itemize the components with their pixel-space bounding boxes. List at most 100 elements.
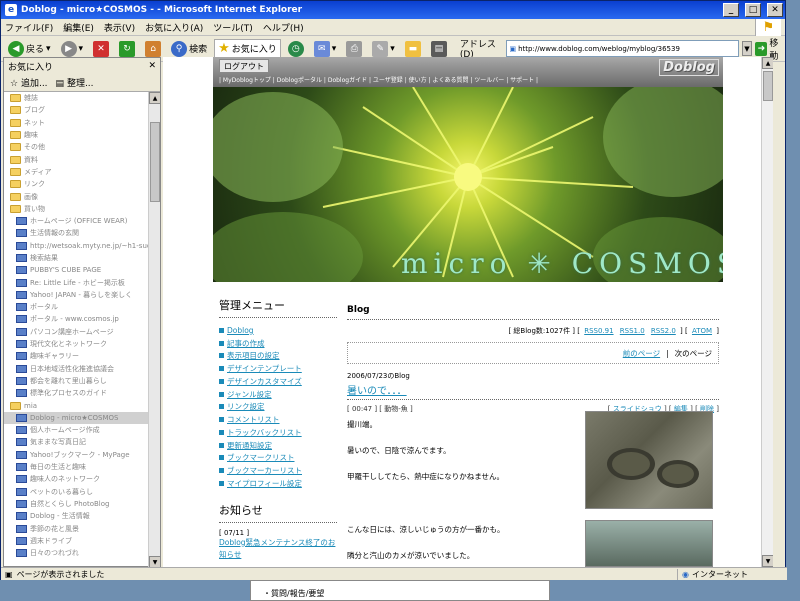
favorite-item[interactable]: リンク	[4, 178, 150, 190]
admin-menu-item[interactable]: ブックマークリスト	[219, 452, 337, 465]
rss091-link[interactable]: RSS0.91	[584, 327, 613, 335]
menu-edit[interactable]: 編集(E)	[63, 21, 94, 34]
favorite-item[interactable]: ペットのいる暮らし	[4, 486, 150, 498]
back-label: 戻る	[26, 45, 45, 55]
favorite-item[interactable]: Doblog - micro★COSMOS	[4, 411, 150, 425]
favorite-item[interactable]: 趣味ギャラリー	[4, 350, 150, 362]
history-button[interactable]: ◷	[285, 40, 307, 58]
menu-tools[interactable]: ツール(T)	[213, 21, 253, 34]
favorite-item[interactable]: 趣味人のネットワーク	[4, 473, 150, 485]
turtle-photo-1[interactable]	[585, 411, 713, 509]
favorite-item[interactable]: 画像	[4, 190, 150, 202]
favorite-item[interactable]: ポータル	[4, 301, 150, 313]
admin-menu-item[interactable]: マイプロフィール設定	[219, 477, 337, 490]
rss10-link[interactable]: RSS1.0	[620, 327, 645, 335]
logout-button[interactable]: ログアウト	[219, 59, 269, 73]
favorite-item[interactable]: 日本地域活性化推進協議会	[4, 363, 150, 375]
admin-menu-item[interactable]: コメントリスト	[219, 413, 337, 426]
research-button[interactable]: ▤	[428, 40, 450, 58]
minimize-button[interactable]: _	[723, 3, 739, 17]
print-button[interactable]: ⎙	[343, 40, 365, 58]
address-dropdown[interactable]: ▼	[741, 41, 753, 56]
admin-menu-item[interactable]: デザインカスタマイズ	[219, 375, 337, 388]
favorites-scrollbar[interactable]: ▲ ▼	[148, 92, 161, 568]
nav-links[interactable]: | MyDoblogトップ | Doblogポータル | Doblogガイド |…	[219, 75, 538, 84]
scroll-up-arrow[interactable]: ▲	[149, 92, 161, 104]
back-button[interactable]: ◀ 戻る ▾	[5, 40, 54, 58]
favorite-item[interactable]: 個人ホームページ作成	[4, 424, 150, 436]
search-button[interactable]: ⚲ 検索	[168, 40, 210, 58]
favorite-item[interactable]: Yahoo! JAPAN - 暮らしを楽しく	[4, 289, 150, 301]
page-scrollbar[interactable]: ▲ ▼	[761, 57, 773, 567]
menu-favorites[interactable]: お気に入り(A)	[145, 21, 203, 34]
address-input[interactable]: ▣ http://www.doblog.com/weblog/myblog/365…	[506, 40, 739, 57]
menu-help[interactable]: ヘルプ(H)	[263, 21, 304, 34]
menu-file[interactable]: ファイル(F)	[5, 21, 53, 34]
favorite-item[interactable]: PUBBY'S CUBE PAGE	[4, 264, 150, 276]
post-title[interactable]: 暑いので．．．	[347, 382, 719, 400]
favorite-item[interactable]: Yahoo!ブックマーク - MyPage	[4, 449, 150, 461]
admin-menu-item[interactable]: ブックマーカーリスト	[219, 464, 337, 477]
favorite-item[interactable]: 資料	[4, 153, 150, 165]
favorite-item[interactable]: ポータル - www.cosmos.jp	[4, 313, 150, 325]
prev-page-link[interactable]: 前のページ	[623, 348, 660, 359]
favorite-item[interactable]: mia	[4, 399, 150, 411]
favorite-item[interactable]: Re: Little Life - ホビー掲示板	[4, 276, 150, 288]
favorite-item[interactable]: 雑誌	[4, 92, 150, 104]
add-favorite-button[interactable]: ☆ 追加...	[10, 76, 48, 89]
admin-menu-item[interactable]: ジャンル設定	[219, 388, 337, 401]
folder-button[interactable]: ▬	[402, 40, 424, 58]
favorite-item[interactable]: http://wetsoak.myty.ne.jp/~h1-sud	[4, 240, 150, 252]
favorite-item[interactable]: Doblog - 生活情報	[4, 510, 150, 522]
refresh-button[interactable]: ↻	[116, 40, 138, 58]
organize-favorites-button[interactable]: ▤ 整理...	[56, 76, 94, 89]
favorite-item[interactable]: 季節の花と風景	[4, 522, 150, 534]
bullet-icon	[219, 468, 224, 474]
edit-button[interactable]: ✎ ▾	[369, 40, 398, 58]
news-link[interactable]: Doblog緊急メンテナンス終了のお知らせ	[219, 537, 337, 561]
admin-menu-item[interactable]: トラックバックリスト	[219, 426, 337, 439]
favorite-item[interactable]: 生活情報の玄関	[4, 227, 150, 239]
favorite-item[interactable]: 趣味	[4, 129, 150, 141]
doblog-logo[interactable]: Doblog	[659, 59, 719, 76]
bg-link[interactable]: 質問/報告/要望	[271, 589, 324, 598]
rss20-link[interactable]: RSS2.0	[651, 327, 676, 335]
scroll-thumb[interactable]	[150, 122, 160, 202]
admin-menu-item[interactable]: リンク設定	[219, 401, 337, 414]
close-button[interactable]: ✕	[767, 3, 783, 17]
favorite-item[interactable]: 自然とくらし PhotoBlog	[4, 498, 150, 510]
favorite-item[interactable]: 週末ドライブ	[4, 535, 150, 547]
page-scroll-thumb[interactable]	[763, 71, 773, 101]
stop-button[interactable]: ✕	[90, 40, 112, 58]
favorites-button[interactable]: ★ お気に入り	[214, 39, 281, 58]
forward-button[interactable]: ▶ ▾	[58, 40, 87, 58]
favorite-item[interactable]: 都会を離れて里山暮らし	[4, 375, 150, 387]
menu-view[interactable]: 表示(V)	[104, 21, 135, 34]
favorite-item[interactable]: ホームページ (OFFICE WEAR)	[4, 215, 150, 227]
favorite-item[interactable]: メディア	[4, 166, 150, 178]
admin-menu-item[interactable]: デザインテンプレート	[219, 362, 337, 375]
admin-menu-item[interactable]: 記事の作成	[219, 337, 337, 350]
turtle-photo-2[interactable]	[585, 520, 713, 567]
page-scroll-down[interactable]: ▼	[762, 555, 773, 567]
home-button[interactable]: ⌂	[142, 40, 164, 58]
favorite-item[interactable]: 気ままな写真日記	[4, 436, 150, 448]
favorite-item[interactable]: その他	[4, 141, 150, 153]
page-scroll-up[interactable]: ▲	[762, 57, 773, 69]
favorite-item[interactable]: 現代文化とネットワーク	[4, 338, 150, 350]
favorite-item[interactable]: 買い物	[4, 203, 150, 215]
admin-menu-item[interactable]: 表示項目の設定	[219, 350, 337, 363]
favorite-item[interactable]: ネット	[4, 117, 150, 129]
maximize-button[interactable]: □	[745, 3, 761, 17]
favorite-item[interactable]: ブログ	[4, 104, 150, 116]
atom-link[interactable]: ATOM	[692, 327, 712, 335]
mail-button[interactable]: ✉ ▾	[311, 40, 340, 58]
admin-menu-item[interactable]: 更新通知設定	[219, 439, 337, 452]
favorite-item[interactable]: 毎日の生活と趣味	[4, 461, 150, 473]
close-favorites-icon[interactable]: ✕	[148, 61, 156, 71]
favorite-item[interactable]: 検索結果	[4, 252, 150, 264]
favorite-item[interactable]: パソコン講座ホームページ	[4, 326, 150, 338]
admin-menu-item[interactable]: Doblog	[219, 324, 337, 337]
favorite-item[interactable]: 日々のつれづれ	[4, 547, 150, 559]
favorite-item[interactable]: 標準化プロセスのガイド	[4, 387, 150, 399]
